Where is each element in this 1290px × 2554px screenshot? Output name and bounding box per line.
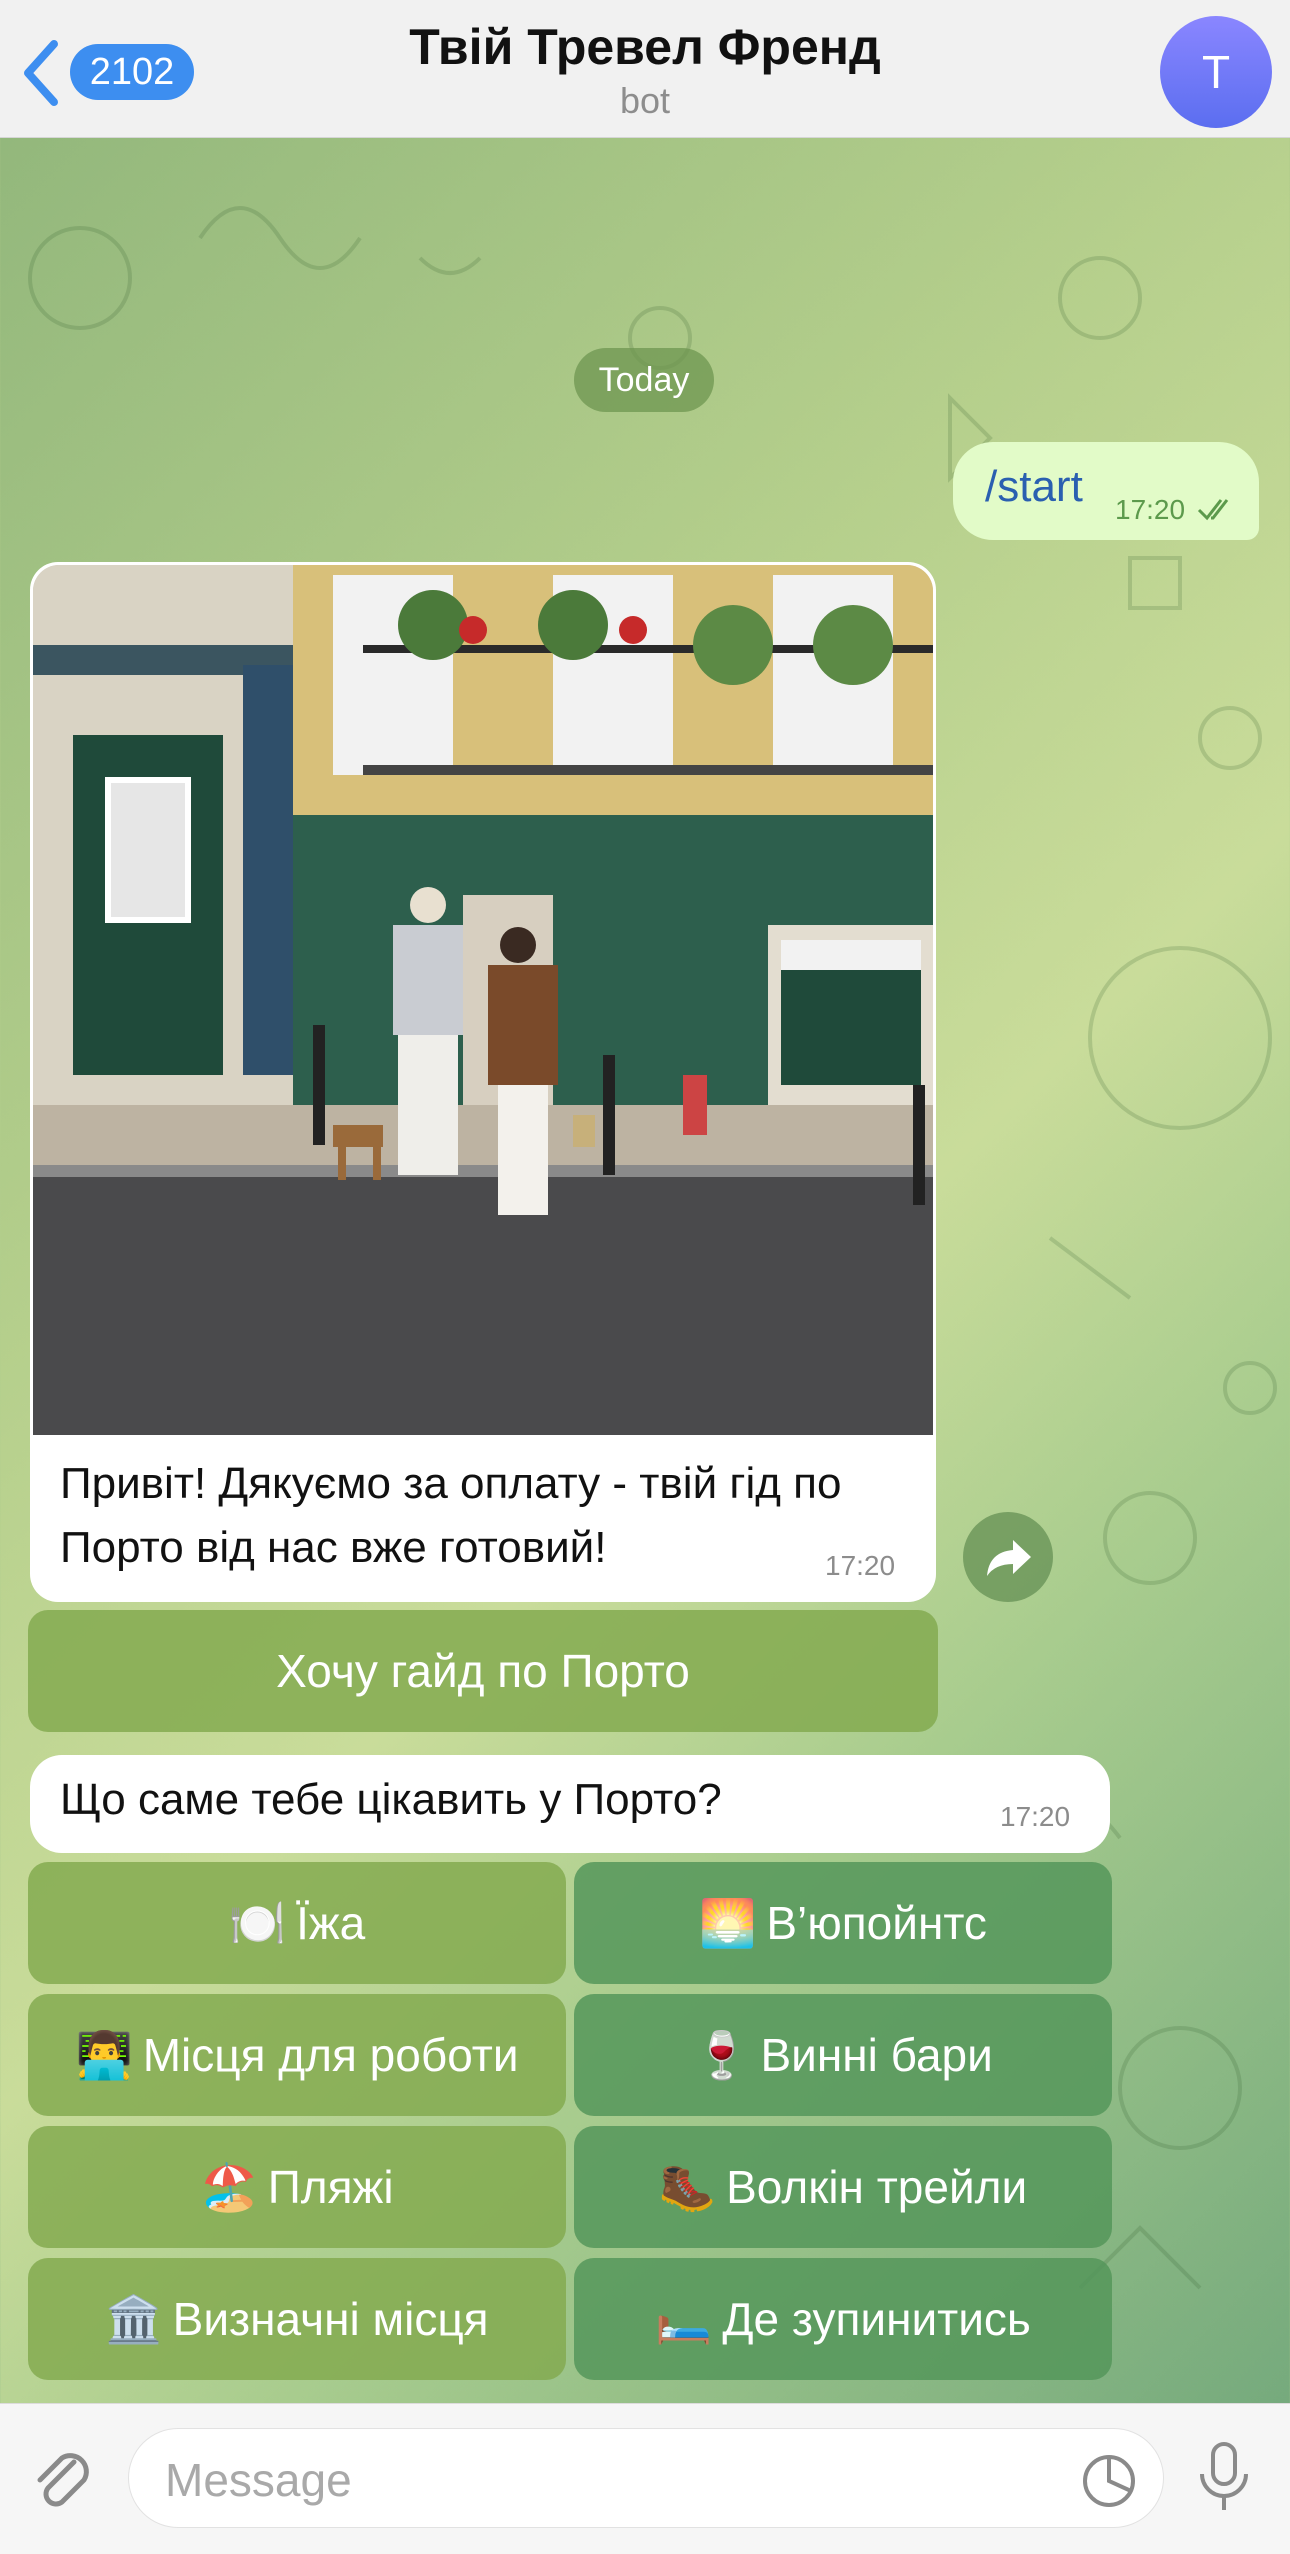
photo-message[interactable]: Привіт! Дякуємо за оплату - твій гід по … (30, 562, 936, 1602)
message-time: 17:20 (1115, 494, 1186, 525)
date-separator: Today (574, 348, 714, 412)
classical-building-icon: 🏛️ (105, 2292, 163, 2346)
inline-button-porto-guide[interactable]: Хочу гайд по Порто (28, 1610, 938, 1732)
keyboard-button-walking-trails[interactable]: 🥾 Волкін трейли (574, 2126, 1112, 2248)
photo-caption: Привіт! Дякуємо за оплату - твій гід по … (60, 1459, 842, 1572)
keyboard-button-where-to-stay[interactable]: 🛏️ Де зупинитись (574, 2258, 1112, 2380)
keyboard-button-wine-bars[interactable]: 🍷 Винні бари (574, 1994, 1112, 2116)
laptop-person-icon: 👨‍💻 (75, 2028, 133, 2082)
sunrise-icon: 🌅 (699, 1896, 757, 1950)
double-check-icon (1197, 499, 1229, 521)
chat-header: 2102 Твій Тревел Френд bot T (0, 0, 1290, 138)
street-photo[interactable] (33, 565, 933, 1435)
chat-title[interactable]: Твій Тревел Френд (0, 18, 1290, 76)
message-text: Що саме тебе цікавить у Порто? (60, 1775, 722, 1824)
sticker-icon[interactable] (1079, 2451, 1139, 2511)
message-text: /start (985, 462, 1083, 511)
paperclip-icon[interactable] (30, 2444, 94, 2514)
hiking-boot-icon: 🥾 (658, 2160, 717, 2214)
plate-icon: 🍽️ (228, 1896, 287, 1950)
message-time: 17:20 (825, 1550, 896, 1581)
share-arrow-icon (987, 1540, 1031, 1576)
keyboard-button-viewpoints[interactable]: 🌅 В’юпойнтс (574, 1862, 1112, 1984)
incoming-message[interactable]: Що саме тебе цікавить у Порто? 17:20 (30, 1755, 1110, 1853)
wine-glass-icon: 🍷 (693, 2028, 751, 2082)
bed-icon: 🛏️ (655, 2292, 713, 2346)
microphone-icon[interactable] (1194, 2440, 1254, 2516)
beach-icon: 🏖️ (200, 2160, 258, 2214)
keyboard-button-landmarks[interactable]: 🏛️ Визначні місця (28, 2258, 566, 2380)
chat-subtitle: bot (619, 80, 671, 121)
outgoing-message[interactable]: /start 17:20 (953, 442, 1259, 540)
message-time: 17:20 (1000, 1801, 1071, 1832)
keyboard-button-work-places[interactable]: 👨‍💻 Місця для роботи (28, 1994, 566, 2116)
message-composer: Message (0, 2403, 1290, 2554)
message-placeholder: Message (165, 2454, 352, 2506)
keyboard-button-beaches[interactable]: 🏖️ Пляжі (28, 2126, 566, 2248)
share-button[interactable] (963, 1512, 1053, 1602)
keyboard-button-food[interactable]: 🍽️ Їжа (28, 1862, 566, 1984)
message-input[interactable]: Message (128, 2428, 1164, 2528)
avatar[interactable]: T (1160, 16, 1272, 128)
